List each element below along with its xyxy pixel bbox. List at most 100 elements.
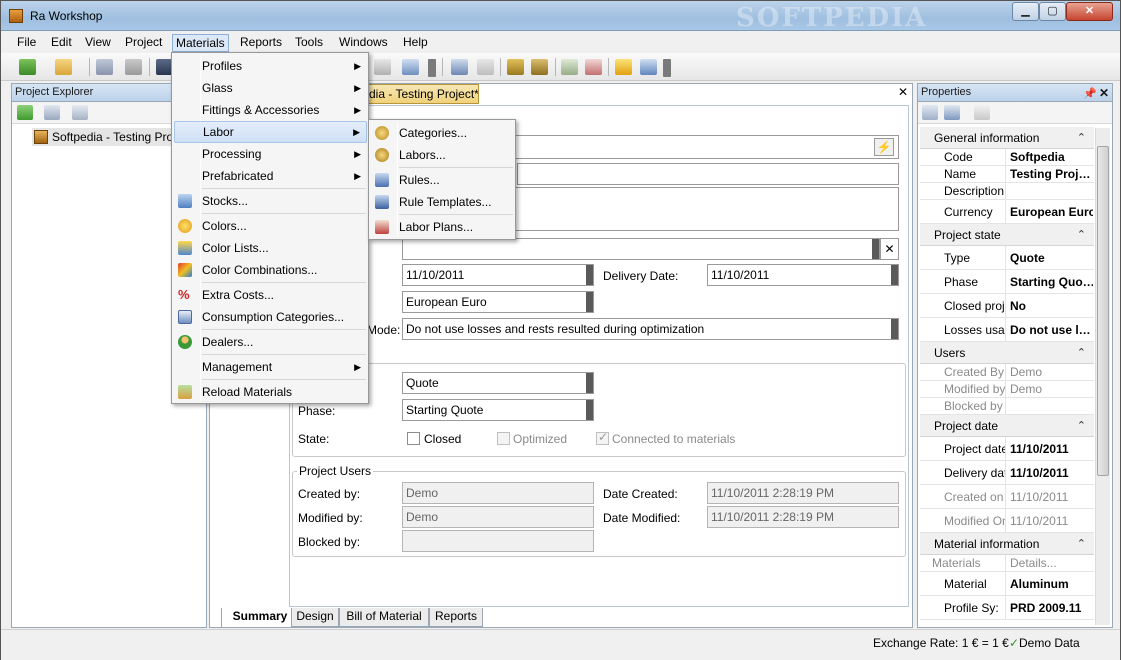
prop-row[interactable]: Currency European Euro	[920, 200, 1094, 224]
settings-icon[interactable]	[640, 59, 657, 75]
maximize-button[interactable]: ▢	[1039, 2, 1066, 21]
menu-project[interactable]: Project	[122, 34, 165, 52]
prop-row[interactable]: Project date 11/10/2011	[920, 437, 1094, 461]
prop-row[interactable]: Created By Demo	[920, 364, 1094, 381]
new-project-icon[interactable]	[19, 59, 36, 75]
property-pages-icon[interactable]	[974, 105, 990, 120]
menu-item-rules[interactable]: Rules...	[371, 169, 514, 191]
type-field[interactable]: Quote	[402, 372, 594, 394]
tree-view-icon[interactable]	[72, 105, 88, 120]
list-view-icon[interactable]	[44, 105, 60, 120]
menu-item-colors[interactable]: Colors...	[174, 215, 367, 237]
open-folder-icon[interactable]	[55, 59, 72, 75]
menu-item-glass[interactable]: Glass ▶	[174, 77, 367, 99]
prop-row[interactable]: Type Quote	[920, 246, 1094, 270]
save-all-icon[interactable]	[125, 59, 142, 75]
currency-dropdown-icon[interactable]	[586, 292, 593, 312]
phase-field[interactable]: Starting Quote	[402, 399, 594, 421]
menu-item-color-combinations[interactable]: Color Combinations...	[174, 259, 367, 281]
menu-item-extra-costs[interactable]: % Extra Costs...	[174, 284, 367, 306]
prop-row[interactable]: Closed proje No	[920, 294, 1094, 318]
optimization-mode-dropdown-icon[interactable]	[891, 319, 898, 339]
closed-checkbox[interactable]	[407, 432, 420, 445]
menu-item-color-lists[interactable]: Color Lists...	[174, 237, 367, 259]
delivery-date-dropdown-icon[interactable]	[891, 265, 898, 285]
new-dropdown-icon[interactable]	[41, 59, 49, 77]
collapse-icon[interactable]: ⌃	[1077, 415, 1086, 437]
toolbar-dropdown-icon[interactable]	[663, 59, 671, 77]
collapse-icon[interactable]: ⌃	[1077, 533, 1086, 555]
menu-item-dealers[interactable]: Dealers...	[174, 331, 367, 353]
document-tab[interactable]: dia - Testing Project*	[361, 84, 479, 104]
category-material-info[interactable]: Material information ⌃	[920, 533, 1094, 555]
tab-summary[interactable]: Summary	[221, 608, 299, 628]
save-icon[interactable]	[96, 59, 113, 75]
date-modified-field[interactable]: 11/10/2011 2:28:19 PM	[707, 506, 899, 528]
prop-row[interactable]: Modified On 11/10/2011	[920, 509, 1094, 533]
menu-file[interactable]: File	[14, 34, 39, 52]
tree-node-project[interactable]: Softpedia - Testing Proje	[32, 128, 192, 146]
toolbar-icon-c[interactable]	[561, 59, 578, 75]
pin-icon[interactable]: 📌	[1083, 86, 1097, 103]
phase-dropdown-icon[interactable]	[586, 400, 593, 420]
category-project-state[interactable]: Project state ⌃	[920, 224, 1094, 246]
collapse-icon[interactable]: ⌃	[1077, 127, 1086, 149]
prop-row[interactable]: Modified by Demo	[920, 381, 1094, 398]
start-date-field[interactable]: 11/10/2011	[402, 264, 594, 286]
menu-item-consumption-categories[interactable]: Consumption Categories...	[174, 306, 367, 328]
print-dropdown-icon[interactable]	[428, 59, 436, 77]
modified-by-field[interactable]: Demo	[402, 506, 594, 528]
menu-reports[interactable]: Reports	[237, 34, 285, 52]
menu-item-profiles[interactable]: Profiles ▶	[174, 55, 367, 77]
report-icon[interactable]	[585, 59, 602, 75]
print-icon[interactable]	[402, 59, 419, 75]
document-close-icon[interactable]: ✕	[896, 85, 910, 99]
code-field[interactable]	[511, 135, 899, 159]
calculator-icon[interactable]	[451, 59, 468, 75]
dealer-dropdown-icon[interactable]	[872, 239, 879, 259]
tab-bill-of-material[interactable]: Bill of Material	[339, 608, 429, 627]
created-by-field[interactable]: Demo	[402, 482, 594, 504]
toolbar-icon-b[interactable]	[477, 59, 494, 75]
prop-row[interactable]: Delivery dat 11/10/2011	[920, 461, 1094, 485]
menu-item-fittings[interactable]: Fittings & Accessories ▶	[174, 99, 367, 121]
folder-add-icon[interactable]	[507, 59, 524, 75]
scrollbar-thumb[interactable]	[1097, 146, 1109, 476]
prop-row[interactable]: Profile Sy: PRD 2009.11	[920, 596, 1094, 620]
menu-item-management[interactable]: Management ▶	[174, 356, 367, 378]
optimized-checkbox[interactable]	[497, 432, 510, 445]
type-dropdown-icon[interactable]	[586, 373, 593, 393]
collapse-icon[interactable]: ⌃	[1077, 224, 1086, 246]
menu-item-labors[interactable]: Labors...	[371, 144, 514, 166]
currency-field[interactable]: European Euro	[402, 291, 594, 313]
clear-dealer-button[interactable]: ✕	[880, 238, 899, 260]
start-date-dropdown-icon[interactable]	[586, 265, 593, 285]
name-field[interactable]	[517, 163, 899, 185]
properties-close-icon[interactable]: ✕	[1099, 85, 1109, 102]
blocked-by-field[interactable]	[402, 530, 594, 552]
menu-item-labor-plans[interactable]: Labor Plans...	[371, 216, 514, 238]
menu-windows[interactable]: Windows	[336, 34, 391, 52]
collapse-icon[interactable]: ⌃	[1077, 342, 1086, 364]
prop-row[interactable]: Name Testing Proj…	[920, 166, 1094, 183]
prop-row[interactable]: Material Aluminum	[920, 572, 1094, 596]
prop-row[interactable]: Description	[920, 183, 1094, 200]
minimize-button[interactable]: ▁	[1012, 2, 1039, 21]
prop-row-materials[interactable]: Materials Details...	[920, 555, 1094, 572]
menu-tools[interactable]: Tools	[292, 34, 326, 52]
sort-alpha-icon[interactable]	[944, 105, 960, 120]
optimization-mode-field[interactable]: Do not use losses and rests resulted dur…	[402, 318, 899, 340]
close-button[interactable]: ✕	[1066, 2, 1113, 21]
tab-reports[interactable]: Reports	[429, 608, 483, 627]
folder-star-icon[interactable]	[531, 59, 548, 75]
menu-edit[interactable]: Edit	[48, 34, 75, 52]
categorized-icon[interactable]	[922, 105, 938, 120]
prop-row[interactable]: Created on 11/10/2011	[920, 485, 1094, 509]
generate-code-button[interactable]: ⚡	[874, 138, 894, 156]
delivery-date-field[interactable]: 11/10/2011	[707, 264, 899, 286]
category-general[interactable]: General information ⌃	[920, 127, 1094, 149]
menu-item-prefabricated[interactable]: Prefabricated ▶	[174, 165, 367, 187]
toolbar-icon-a[interactable]	[374, 59, 391, 75]
refresh-icon[interactable]	[17, 105, 33, 120]
dealer-field[interactable]	[402, 238, 880, 260]
